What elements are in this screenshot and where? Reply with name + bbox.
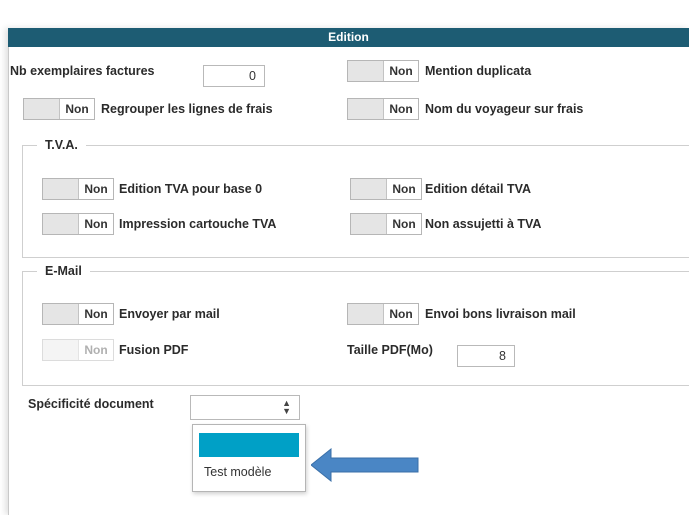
tva-legend: T.V.A. bbox=[45, 138, 78, 152]
email-group: E-Mail bbox=[22, 264, 689, 386]
email-legend: E-Mail bbox=[45, 264, 82, 278]
toggle-knob bbox=[24, 99, 60, 119]
toggle-state: Non bbox=[389, 64, 413, 78]
toggle-state: Non bbox=[84, 217, 108, 231]
regrouper-frais-toggle[interactable]: Non bbox=[23, 98, 95, 120]
dropdown-option-empty[interactable] bbox=[199, 433, 299, 457]
toggle-knob bbox=[43, 214, 79, 234]
envoi-bons-label: Envoi bons livraison mail bbox=[425, 307, 576, 321]
toggle-knob bbox=[348, 304, 384, 324]
toggle-knob bbox=[43, 179, 79, 199]
toggle-state: Non bbox=[84, 307, 108, 321]
nom-voyageur-label: Nom du voyageur sur frais bbox=[425, 102, 584, 116]
fusion-pdf-toggle: Non bbox=[42, 339, 114, 361]
mention-duplicata-label: Mention duplicata bbox=[425, 64, 532, 78]
non-assujetti-toggle[interactable]: Non bbox=[350, 213, 422, 235]
impression-cartouche-toggle[interactable]: Non bbox=[42, 213, 114, 235]
specificite-dropdown: Test modèle bbox=[192, 424, 306, 492]
toggle-state: Non bbox=[84, 182, 108, 196]
dropdown-option-test-modele[interactable]: Test modèle bbox=[204, 465, 271, 479]
fusion-pdf-label: Fusion PDF bbox=[119, 343, 189, 357]
toggle-knob bbox=[351, 179, 387, 199]
taille-pdf-label: Taille PDF(Mo) bbox=[347, 343, 433, 357]
mention-duplicata-toggle[interactable]: Non bbox=[347, 60, 419, 82]
regrouper-frais-label: Regrouper les lignes de frais bbox=[101, 102, 273, 116]
left-arrow-icon bbox=[311, 448, 419, 482]
envoyer-mail-toggle[interactable]: Non bbox=[42, 303, 114, 325]
toggle-state: Non bbox=[392, 217, 416, 231]
section-header: Edition bbox=[8, 28, 689, 47]
impression-cartouche-label: Impression cartouche TVA bbox=[119, 217, 277, 231]
edition-detail-tva-toggle[interactable]: Non bbox=[350, 178, 422, 200]
nb-exemplaires-label: Nb exemplaires factures bbox=[10, 64, 155, 78]
toggle-state: Non bbox=[84, 343, 108, 357]
toggle-knob bbox=[351, 214, 387, 234]
toggle-knob bbox=[348, 99, 384, 119]
taille-pdf-input[interactable]: 8 bbox=[457, 345, 515, 367]
edition-base0-toggle[interactable]: Non bbox=[42, 178, 114, 200]
nb-exemplaires-input[interactable]: 0 bbox=[203, 65, 265, 87]
toggle-knob bbox=[348, 61, 384, 81]
updown-chevron-icon: ▲ ▼ bbox=[282, 398, 291, 416]
specificite-label: Spécificité document bbox=[28, 397, 154, 411]
toggle-knob bbox=[43, 340, 79, 360]
toggle-state: Non bbox=[389, 307, 413, 321]
non-assujetti-label: Non assujetti à TVA bbox=[425, 217, 542, 231]
specificite-select[interactable]: ▲ ▼ bbox=[190, 395, 300, 420]
toggle-state: Non bbox=[389, 102, 413, 116]
envoi-bons-toggle[interactable]: Non bbox=[347, 303, 419, 325]
toggle-state: Non bbox=[65, 102, 89, 116]
edition-detail-tva-label: Edition détail TVA bbox=[425, 182, 532, 196]
toggle-state: Non bbox=[392, 182, 416, 196]
envoyer-mail-label: Envoyer par mail bbox=[119, 307, 220, 321]
nom-voyageur-toggle[interactable]: Non bbox=[347, 98, 419, 120]
toggle-knob bbox=[43, 304, 79, 324]
edition-base0-label: Edition TVA pour base 0 bbox=[119, 182, 263, 196]
